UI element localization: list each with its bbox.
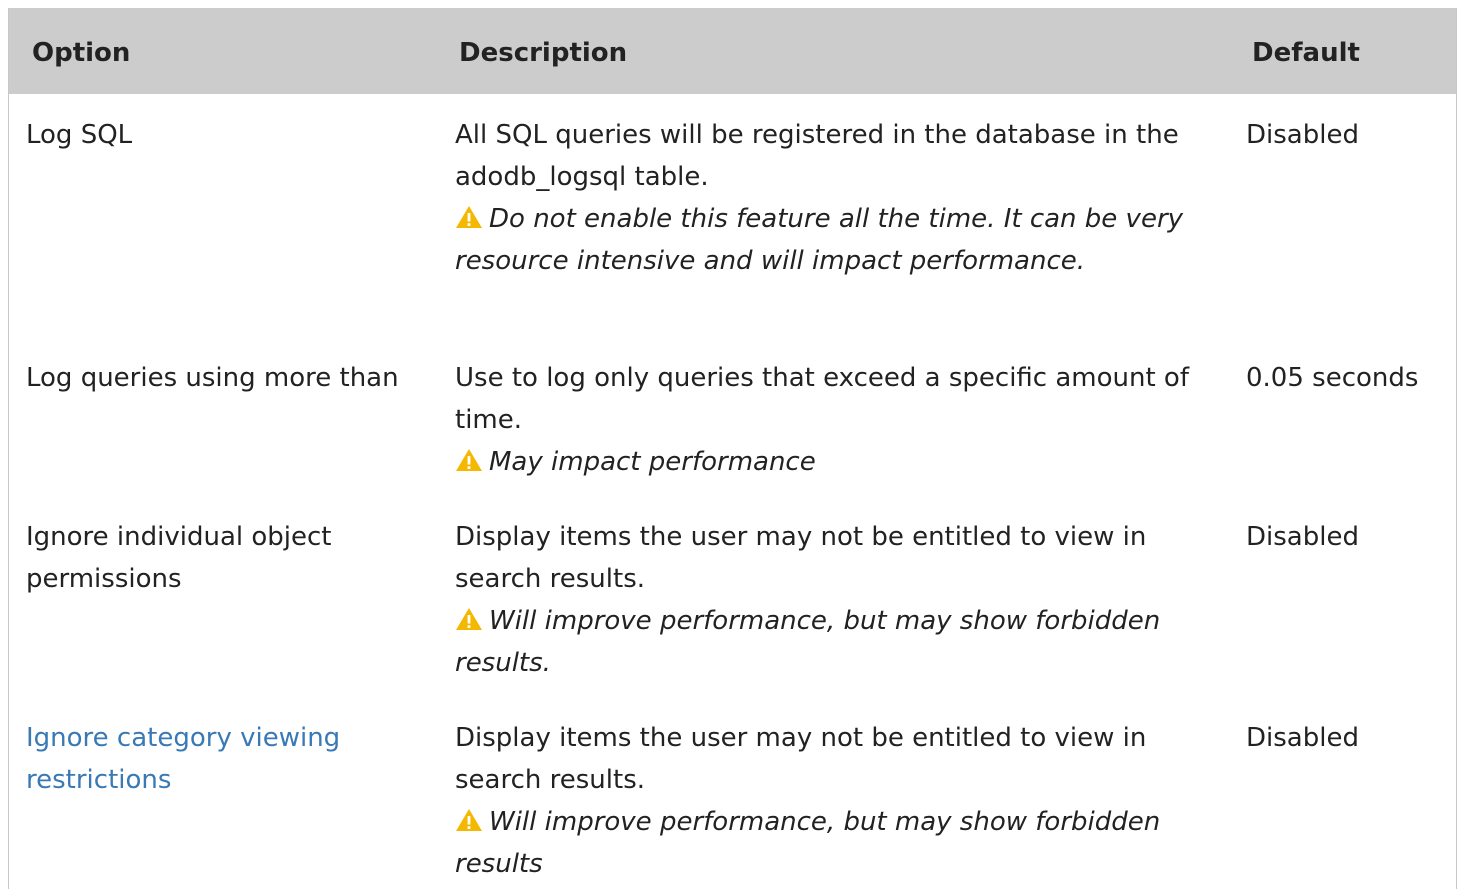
default-value: 0.05 seconds xyxy=(1246,363,1419,393)
warning-text: Do not enable this feature all the time.… xyxy=(455,204,1184,276)
warning-triangle-icon xyxy=(455,602,483,630)
option-log-sql: Log SQL xyxy=(26,120,133,150)
default-value: Disabled xyxy=(1246,120,1359,150)
header-option: Option xyxy=(32,38,131,68)
option-cell: Ignore category viewing restrictions xyxy=(26,717,406,801)
default-value: Disabled xyxy=(1246,723,1359,753)
description-cell: Use to log only queries that exceed a sp… xyxy=(455,357,1225,483)
description-text: Display items the user may not be entitl… xyxy=(455,522,1147,594)
description-cell: Display items the user may not be entitl… xyxy=(455,516,1225,684)
description-text: All SQL queries will be registered in th… xyxy=(455,120,1179,192)
warning-note: Do not enable this feature all the time.… xyxy=(455,198,1225,282)
option-log-queries: Log queries using more than xyxy=(26,363,399,393)
warning-note: May impact performance xyxy=(455,441,1225,483)
options-table: Option Description Default Log SQL All S… xyxy=(8,8,1457,889)
warning-triangle-icon xyxy=(455,803,483,831)
description-text: Use to log only queries that exceed a sp… xyxy=(455,363,1189,435)
warning-text: May impact performance xyxy=(489,447,816,477)
warning-triangle-icon xyxy=(455,200,483,228)
warning-text: Will improve performance, but may show f… xyxy=(455,807,1161,879)
default-value: Disabled xyxy=(1246,522,1359,552)
warning-note: Will improve performance, but may show f… xyxy=(455,600,1225,684)
description-cell: Display items the user may not be entitl… xyxy=(455,717,1225,885)
description-text: Display items the user may not be entitl… xyxy=(455,723,1147,795)
header-description: Description xyxy=(459,38,628,68)
header-default: Default xyxy=(1252,38,1360,68)
description-cell: All SQL queries will be registered in th… xyxy=(455,114,1225,282)
table-header-row: Option Description Default xyxy=(9,8,1456,94)
warning-text: Will improve performance, but may show f… xyxy=(455,606,1161,678)
ignore-category-restrictions-link[interactable]: Ignore category viewing restrictions xyxy=(26,723,340,795)
warning-triangle-icon xyxy=(455,443,483,471)
option-ignore-object-permissions: Ignore individual object permissions xyxy=(26,522,332,594)
warning-note: Will improve performance, but may show f… xyxy=(455,801,1225,885)
